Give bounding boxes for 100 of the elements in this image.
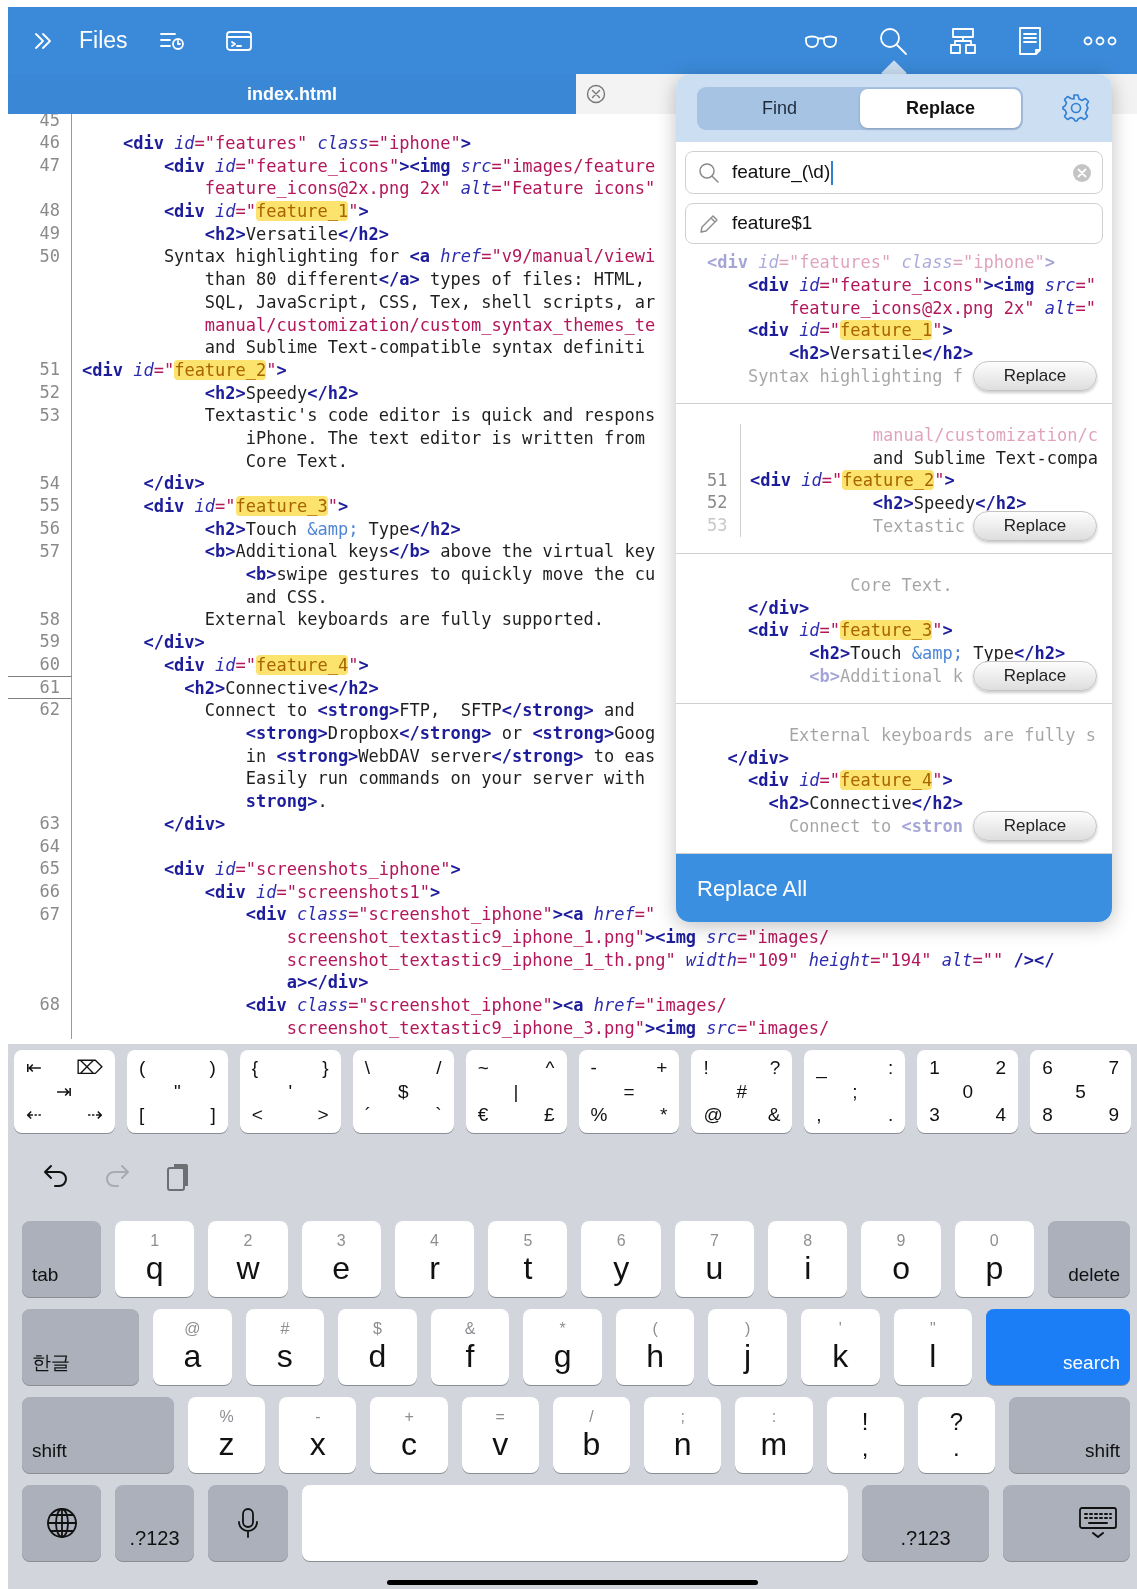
code-line: iPhone. The text editor is written from <box>244 426 645 449</box>
key[interactable]: # s <box>245 1309 325 1385</box>
key[interactable]: ! , <box>826 1397 904 1473</box>
code-line: Core Text. <box>849 573 953 596</box>
code-line: External keyboards are fully supported. <box>203 608 604 631</box>
code-line: <div id="feature_3"> <box>746 619 953 642</box>
line-number: 64 <box>8 835 72 858</box>
code-line: </div> <box>746 596 810 619</box>
globe-icon[interactable] <box>45 1507 78 1539</box>
replace-field[interactable]: feature$1 <box>685 203 1103 244</box>
key[interactable]: 3 e <box>301 1221 381 1297</box>
line-number: 50 <box>8 245 72 268</box>
key[interactable]: $ d <box>338 1309 417 1385</box>
code-line: and CSS. <box>244 585 328 608</box>
search-key[interactable]: search <box>986 1309 1131 1385</box>
code-line: a></div> <box>285 971 369 994</box>
symbol-key[interactable]: ⇤ ⌦ ⇥ ⇠ ⇢ <box>14 1050 115 1133</box>
key[interactable]: shift <box>1008 1397 1130 1473</box>
code-line: </div> <box>142 472 205 495</box>
symbol-key[interactable]: _ : ; , . <box>804 1050 906 1133</box>
line-number: 47 <box>8 154 72 178</box>
key[interactable]: delete <box>1047 1221 1130 1297</box>
key[interactable]: ) j <box>708 1309 787 1385</box>
replace-button[interactable]: Replace <box>973 510 1097 541</box>
code-line: strong>. <box>244 789 328 812</box>
code-line: <b>Additional k <box>808 664 963 687</box>
key[interactable]: .?123 <box>115 1485 194 1561</box>
key[interactable]: - x <box>279 1397 357 1473</box>
code-line: <div id="features" class="iphone"> <box>121 132 471 155</box>
mode-tab[interactable]: Find <box>699 88 860 128</box>
key[interactable]: 1 q <box>115 1221 195 1297</box>
symbol-key[interactable]: \ / $ ´ ` <box>352 1050 454 1133</box>
hierarchy-icon[interactable] <box>949 26 977 55</box>
line-number: 63 <box>8 812 72 835</box>
code-line: <h2>Touch &amp; Type</h2> <box>203 517 461 540</box>
symbol-key[interactable]: - + = % * <box>578 1050 680 1133</box>
mode-tab[interactable]: Replace <box>860 88 1021 128</box>
code-line: <div id="screenshots1"> <box>203 880 441 903</box>
files-button[interactable]: Files <box>79 23 128 58</box>
close-icon[interactable] <box>586 84 606 104</box>
key[interactable]: shift <box>22 1397 174 1473</box>
key[interactable]: 4 r <box>394 1221 475 1297</box>
key[interactable]: / b <box>552 1397 631 1473</box>
key[interactable]: " l <box>893 1309 973 1385</box>
code-line: <div id="feature_4"> <box>746 769 953 792</box>
key[interactable]: ' k <box>800 1309 880 1385</box>
microphone-icon[interactable] <box>237 1507 259 1539</box>
file-tab[interactable]: index.html <box>8 74 576 114</box>
settings-icon[interactable] <box>1061 93 1091 123</box>
symbol-key[interactable]: 6 7 5 8 9 <box>1030 1050 1132 1133</box>
line-number: 56 <box>8 517 72 541</box>
key[interactable]: ( h <box>615 1309 695 1385</box>
key[interactable]: 한글 <box>22 1309 139 1385</box>
key[interactable]: .?123 <box>862 1485 989 1561</box>
key[interactable]: 5 t <box>488 1221 568 1297</box>
terminal-icon[interactable] <box>224 28 253 53</box>
document-icon[interactable] <box>1018 25 1042 56</box>
key[interactable]: 6 y <box>581 1221 661 1297</box>
key[interactable]: 0 p <box>954 1221 1034 1297</box>
code-line: <div class="screenshot_iphone"><a href=" <box>244 903 656 926</box>
code-line: <h2>Connective</h2> <box>183 676 379 699</box>
symbol-key[interactable]: ~ ^ | € £ <box>465 1050 567 1133</box>
line-number: 57 <box>8 540 72 563</box>
code-line: Textastic <box>871 514 965 537</box>
more-icon[interactable] <box>1083 35 1117 46</box>
symbol-key[interactable]: ( ) " [ ] <box>126 1050 228 1133</box>
key[interactable]: @ a <box>153 1309 232 1385</box>
code-line: <b>swipe gestures to quickly move the cu <box>244 563 656 586</box>
search-icon <box>698 161 720 184</box>
key[interactable]: tab <box>22 1221 101 1297</box>
replace-button[interactable]: Replace <box>973 660 1097 691</box>
key[interactable]: * g <box>523 1309 602 1385</box>
line-number: 45 <box>8 114 72 132</box>
search-field[interactable]: feature_(\d) <box>685 151 1103 194</box>
replace-button[interactable]: Replace <box>973 810 1097 841</box>
code-line: <strong>Dropbox</strong> or <strong>Goog <box>244 721 656 744</box>
code-line: Syntax highlighting f <box>746 364 963 387</box>
key[interactable]: : m <box>735 1397 813 1473</box>
key[interactable]: ; n <box>644 1397 722 1473</box>
text-cursor <box>831 160 834 185</box>
key[interactable]: & f <box>430 1309 510 1385</box>
key[interactable]: ? . <box>917 1397 995 1473</box>
symbol-key[interactable]: { } ' < > <box>239 1050 341 1133</box>
replace-button[interactable]: Replace <box>973 360 1097 391</box>
key[interactable]: = v <box>461 1397 539 1473</box>
key[interactable]: % z <box>188 1397 266 1473</box>
key[interactable]: 9 o <box>861 1221 941 1297</box>
symbol-key[interactable]: ! ? # @ & <box>691 1050 793 1133</box>
search-icon[interactable] <box>878 25 908 56</box>
line-number: 48 <box>8 199 72 223</box>
line-number: 51 <box>676 468 741 492</box>
keyboard-hide-icon[interactable] <box>1078 1506 1118 1540</box>
symbol-key[interactable]: 1 2 0 3 4 <box>917 1050 1019 1133</box>
code-line: and Sublime Text-compa <box>871 446 1098 469</box>
code-line: feature_icons@2x.png 2x" alt=" <box>787 296 1096 319</box>
code-line: <div class="screenshot_iphone"><a href="images/ <box>244 994 727 1017</box>
key[interactable]: 7 u <box>674 1221 755 1297</box>
key[interactable]: + c <box>370 1397 448 1473</box>
key[interactable]: 2 w <box>208 1221 288 1297</box>
key[interactable]: 8 i <box>768 1221 848 1297</box>
